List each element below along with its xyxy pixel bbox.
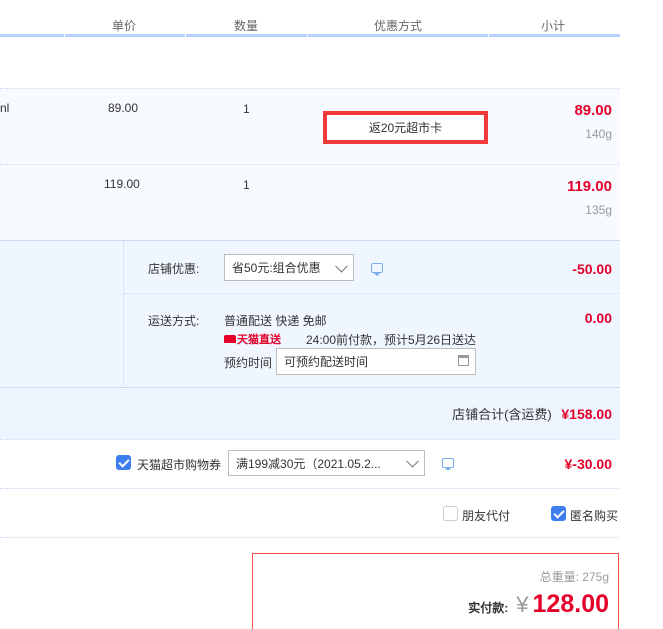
item-qty: 1 (243, 178, 250, 192)
item-weight: 135g (585, 203, 612, 217)
shop-discount-amount: -50.00 (572, 261, 612, 277)
shop-total-amount: ¥158.00 (561, 406, 612, 422)
calendar-icon (458, 355, 469, 366)
reserve-label: 预约时间 (224, 356, 273, 370)
item-price: 119.00 (104, 177, 140, 191)
coupon-value: 满199减30元（2021.05.2... (236, 456, 381, 471)
divider (0, 439, 620, 440)
coupon-label: 天猫超市购物券 (137, 458, 222, 472)
delivery-method: 普通配送 快递 免邮 (224, 314, 327, 328)
divider (124, 293, 620, 294)
reserve-placeholder: 可预约配送时间 (284, 355, 369, 369)
shop-total: 店铺合计(含运费) ¥158.00 (452, 404, 612, 423)
item-price: 89.00 (108, 101, 139, 115)
table-row (0, 89, 620, 164)
col-promo-header: 优惠方式 (373, 19, 423, 33)
pay-label: 实付款: (468, 601, 509, 615)
delivery-amount: 0.00 (584, 310, 612, 326)
tmall-direct-tag: 天猫直送 (224, 331, 281, 347)
delivery-note: 24:00前付款，预计5月26日送达 (306, 333, 477, 347)
shop-discount-label: 店铺优惠: (148, 262, 200, 276)
coupon-checkbox[interactable] (116, 455, 131, 470)
currency-symbol: ¥ (516, 592, 529, 617)
friend-pay-label: 朋友代付 (462, 509, 511, 523)
tmall-direct-text: 天猫直送 (237, 334, 281, 346)
pay-amount: 128.00 (532, 590, 609, 618)
shop-discount-select[interactable]: 省50元:组合优惠 (224, 254, 354, 281)
coupon-amount: ¥-30.00 (564, 456, 612, 472)
total-weight-label: 总重量: (539, 570, 579, 584)
item-title-fragment[interactable]: nl (0, 101, 9, 115)
friend-pay-checkbox[interactable] (443, 506, 458, 521)
anonymous-checkbox[interactable] (551, 506, 566, 521)
tmall-logo-icon (224, 335, 236, 343)
item-qty: 1 (243, 102, 250, 116)
item-weight: 140g (585, 127, 612, 141)
chat-icon[interactable] (371, 263, 383, 276)
table-row (0, 165, 620, 240)
divider (0, 537, 620, 538)
shop-total-label: 店铺合计(含运费) (452, 407, 552, 422)
chat-icon[interactable] (442, 458, 454, 471)
col-qty-header: 数量 (233, 19, 259, 33)
chevron-down-icon (335, 259, 348, 273)
divider (123, 241, 124, 386)
item-subtotal: 89.00 (574, 102, 612, 119)
total-weight: 总重量: 275g (540, 568, 609, 585)
table-header: 单价 数量 优惠方式 小计 (0, 0, 620, 37)
total-weight-value: 275g (582, 570, 609, 584)
col-subtotal-header: 小计 (540, 19, 566, 33)
col-price-header: 单价 (111, 19, 137, 33)
actual-payment: 实付款: ¥ 128.00 (468, 590, 609, 619)
coupon-select[interactable]: 满199减30元（2021.05.2... (228, 450, 425, 476)
delivery-label: 运送方式: (148, 314, 200, 328)
anonymous-label: 匿名购买 (570, 509, 619, 523)
promo-badge: 返20元超市卡 (323, 111, 488, 144)
divider (0, 488, 620, 489)
promo-text: 返20元超市卡 (368, 121, 443, 135)
item-subtotal: 119.00 (566, 178, 612, 195)
chevron-down-icon (406, 454, 419, 468)
shop-discount-value: 省50元:组合优惠 (232, 261, 321, 275)
reserve-time-input[interactable]: 可预约配送时间 (276, 348, 476, 375)
